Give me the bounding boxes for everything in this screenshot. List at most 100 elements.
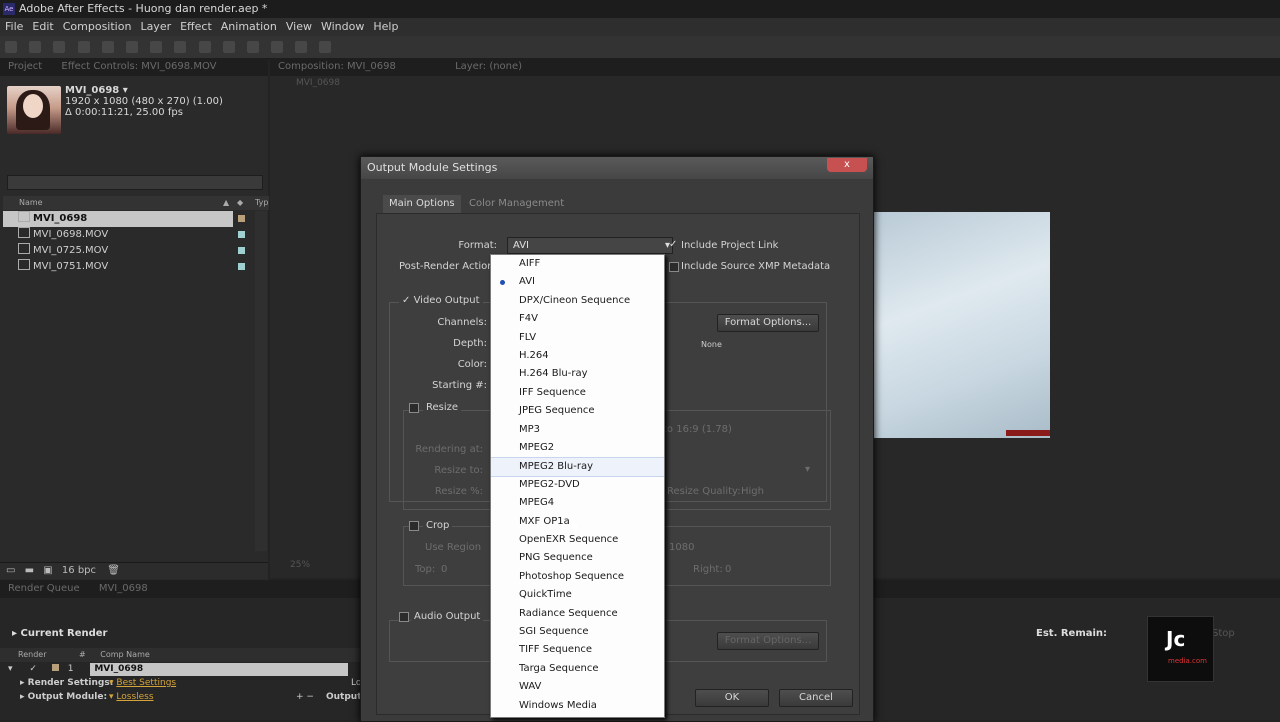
zoom-level[interactable]: 25% <box>290 560 310 570</box>
rotate-tool-icon[interactable] <box>77 41 90 53</box>
pan-behind-tool-icon[interactable] <box>125 41 138 53</box>
format-options-button[interactable]: Format Options... <box>717 314 819 332</box>
label-color-swatch[interactable] <box>51 664 59 671</box>
format-option[interactable]: JPEG Sequence <box>491 402 664 420</box>
close-button[interactable]: x <box>827 158 867 172</box>
camera-tool-icon[interactable] <box>101 41 114 53</box>
crop-right-value[interactable]: 0 <box>725 564 731 575</box>
menu-view[interactable]: View <box>281 18 316 36</box>
format-option[interactable]: MPEG2-DVD <box>491 476 664 494</box>
menu-window[interactable]: Window <box>316 18 368 36</box>
tab-layer[interactable]: Layer: (none) <box>447 58 530 76</box>
selected-item-name[interactable]: MVI_0698 ▾ <box>65 85 128 96</box>
menu-file[interactable]: File <box>0 18 27 36</box>
menu-edit[interactable]: Edit <box>27 18 57 36</box>
format-option[interactable]: MPEG2 <box>491 439 664 457</box>
format-option[interactable]: AIFF <box>491 255 664 273</box>
label-tag-icon[interactable]: ◆ <box>237 196 243 210</box>
col-render[interactable]: Render <box>18 650 46 659</box>
trash-icon[interactable]: 🗑 <box>107 565 120 576</box>
label-color-swatch[interactable] <box>238 263 245 270</box>
project-item[interactable]: MVI_0725.MOV <box>14 243 234 259</box>
new-folder-icon[interactable]: ▬ <box>25 565 34 576</box>
tab-comp-queue[interactable]: MVI_0698 <box>91 580 156 598</box>
label-color-swatch[interactable] <box>238 231 245 238</box>
tab-color-management[interactable]: Color Management <box>463 195 570 213</box>
format-option[interactable]: Targa Sequence <box>491 660 664 678</box>
output-module-value[interactable]: ▾ Lossless <box>109 692 154 702</box>
project-item[interactable]: MVI_0751.MOV <box>14 259 234 275</box>
crop-top-value[interactable]: 0 <box>441 564 447 575</box>
include-xmp-checkbox[interactable] <box>669 262 679 272</box>
render-checkbox[interactable]: ✓ <box>29 664 37 674</box>
selection-tool-icon[interactable] <box>5 41 17 53</box>
eraser-tool-icon[interactable] <box>271 41 284 53</box>
format-option[interactable]: Photoshop Sequence <box>491 568 664 586</box>
format-option[interactable]: H.264 <box>491 347 664 365</box>
hand-tool-icon[interactable] <box>29 41 42 53</box>
col-comp-name[interactable]: Comp Name <box>100 650 150 659</box>
label-color-swatch[interactable] <box>238 215 245 222</box>
format-option[interactable]: Radiance Sequence <box>491 605 664 623</box>
format-option[interactable]: DPX/Cineon Sequence <box>491 292 664 310</box>
puppet-tool-icon[interactable] <box>319 41 332 53</box>
tab-composition[interactable]: Composition: MVI_0698 <box>270 58 404 76</box>
ok-button[interactable]: OK <box>695 689 769 707</box>
expand-arrow-icon[interactable]: ▾ <box>8 664 13 674</box>
cancel-button[interactable]: Cancel <box>779 689 853 707</box>
resize-to-chevron-icon[interactable]: ▾ <box>805 464 810 475</box>
column-name[interactable]: Name <box>19 198 43 207</box>
project-item[interactable]: MVI_0698.MOV <box>14 227 234 243</box>
stop-button[interactable]: Stop <box>1212 628 1235 639</box>
format-option-hovered[interactable]: MPEG2 Blu-ray <box>491 457 664 478</box>
render-comp-name[interactable]: MVI_0698 <box>90 663 349 676</box>
format-option[interactable]: FLV <box>491 329 664 347</box>
add-remove-output-icons[interactable]: + − <box>296 692 314 702</box>
tab-render-queue[interactable]: Render Queue <box>0 580 88 598</box>
project-search-input[interactable] <box>7 175 263 190</box>
text-tool-icon[interactable] <box>198 41 211 53</box>
format-option[interactable]: Windows Media <box>491 697 664 715</box>
zoom-tool-icon[interactable] <box>53 41 66 53</box>
format-option[interactable]: PNG Sequence <box>491 549 664 567</box>
col-number[interactable]: # <box>79 650 86 659</box>
interpret-footage-icon[interactable]: ▭ <box>6 565 15 576</box>
tab-main-options[interactable]: Main Options <box>383 195 461 213</box>
pen-tool-icon[interactable] <box>174 41 187 53</box>
column-type[interactable]: Typ <box>255 196 268 210</box>
use-region-label[interactable]: Use Region <box>425 542 481 553</box>
resize-checkbox[interactable] <box>409 403 419 413</box>
format-option[interactable]: H.264 Blu-ray <box>491 365 664 383</box>
menu-layer[interactable]: Layer <box>135 18 175 36</box>
format-select[interactable]: AVI ▾ <box>507 237 673 254</box>
crop-checkbox[interactable] <box>409 521 419 531</box>
bit-depth-label[interactable]: 16 bpc <box>62 565 96 576</box>
format-option[interactable]: WAV <box>491 678 664 696</box>
project-scrollbar[interactable] <box>255 211 267 551</box>
format-option[interactable]: MP3 <box>491 421 664 439</box>
render-item-row[interactable]: ▾ ✓ 1 MVI_0698 <box>0 663 360 676</box>
format-option[interactable]: TIFF Sequence <box>491 641 664 659</box>
tab-effect-controls[interactable]: Effect Controls: MVI_0698.MOV <box>53 58 224 76</box>
render-settings-value[interactable]: ▾ Best Settings <box>109 678 176 688</box>
label-color-swatch[interactable] <box>238 247 245 254</box>
format-option[interactable]: QuickTime <box>491 586 664 604</box>
format-option[interactable]: SGI Sequence <box>491 623 664 641</box>
format-option[interactable]: F4V <box>491 310 664 328</box>
roto-tool-icon[interactable] <box>295 41 308 53</box>
brush-tool-icon[interactable] <box>222 41 235 53</box>
tab-project[interactable]: Project <box>0 58 50 76</box>
video-output-checkbox[interactable]: ✓ Video Output <box>399 295 483 306</box>
menu-animation[interactable]: Animation <box>216 18 281 36</box>
format-option[interactable]: MPEG4 <box>491 494 664 512</box>
menu-effect[interactable]: Effect <box>175 18 216 36</box>
new-comp-icon[interactable]: ▣ <box>43 565 52 576</box>
rectangle-tool-icon[interactable] <box>150 41 163 53</box>
sort-arrow-icon[interactable]: ▲ <box>223 196 229 210</box>
audio-output-checkbox[interactable] <box>399 612 409 622</box>
menu-help[interactable]: Help <box>368 18 402 36</box>
clone-tool-icon[interactable] <box>246 41 259 53</box>
format-option[interactable]: IFF Sequence <box>491 384 664 402</box>
comp-sub-tab[interactable]: MVI_0698 <box>270 76 1280 90</box>
project-item[interactable]: MVI_0698 <box>14 211 234 227</box>
